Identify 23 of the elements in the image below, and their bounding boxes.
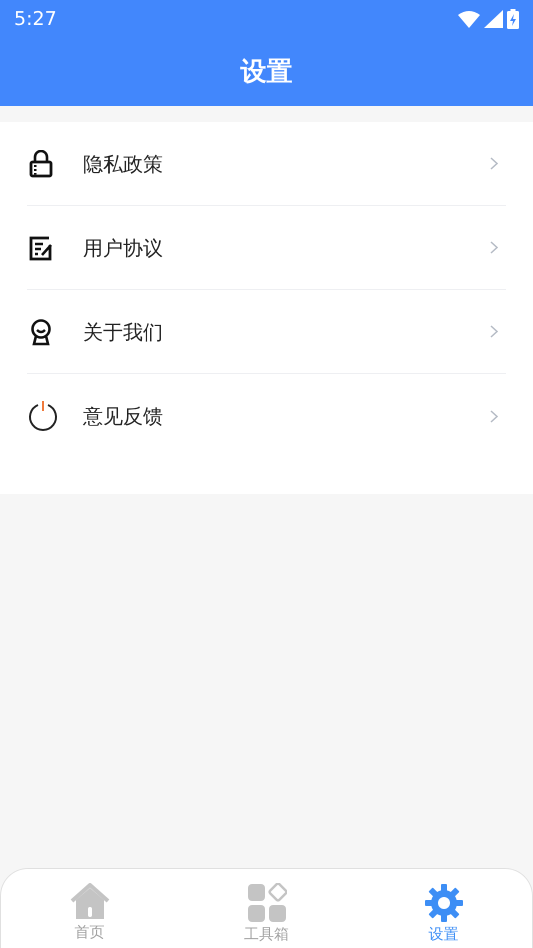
edit-note-icon: [27, 234, 55, 262]
chevron-right-icon: [490, 410, 498, 422]
grid-icon: [246, 883, 286, 923]
chevron-right-icon: [490, 241, 498, 254]
home-icon: [70, 883, 110, 921]
menu-item[interactable]: 隐私政策: [27, 122, 506, 206]
menu-label: 意见反馈: [83, 403, 164, 430]
power-icon: [27, 400, 59, 432]
menu-label: 隐私政策: [83, 150, 164, 178]
gear-icon: [424, 883, 464, 923]
status-time: 5:27: [14, 6, 57, 32]
menu-label: 关于我们: [83, 318, 164, 346]
page-title: 设置: [240, 57, 292, 87]
menu-item[interactable]: 用户协议: [27, 206, 506, 290]
wifi-icon: [458, 10, 480, 28]
menu-label: 用户协议: [83, 234, 164, 262]
battery-icon: [507, 9, 519, 29]
menu-item[interactable]: 关于我们: [27, 290, 506, 374]
chevron-right-icon: [490, 325, 498, 338]
lock-icon: [27, 150, 55, 178]
signal-icon: [484, 10, 503, 28]
chevron-right-icon: [490, 157, 498, 170]
menu-item[interactable]: 意见反馈: [27, 374, 506, 458]
